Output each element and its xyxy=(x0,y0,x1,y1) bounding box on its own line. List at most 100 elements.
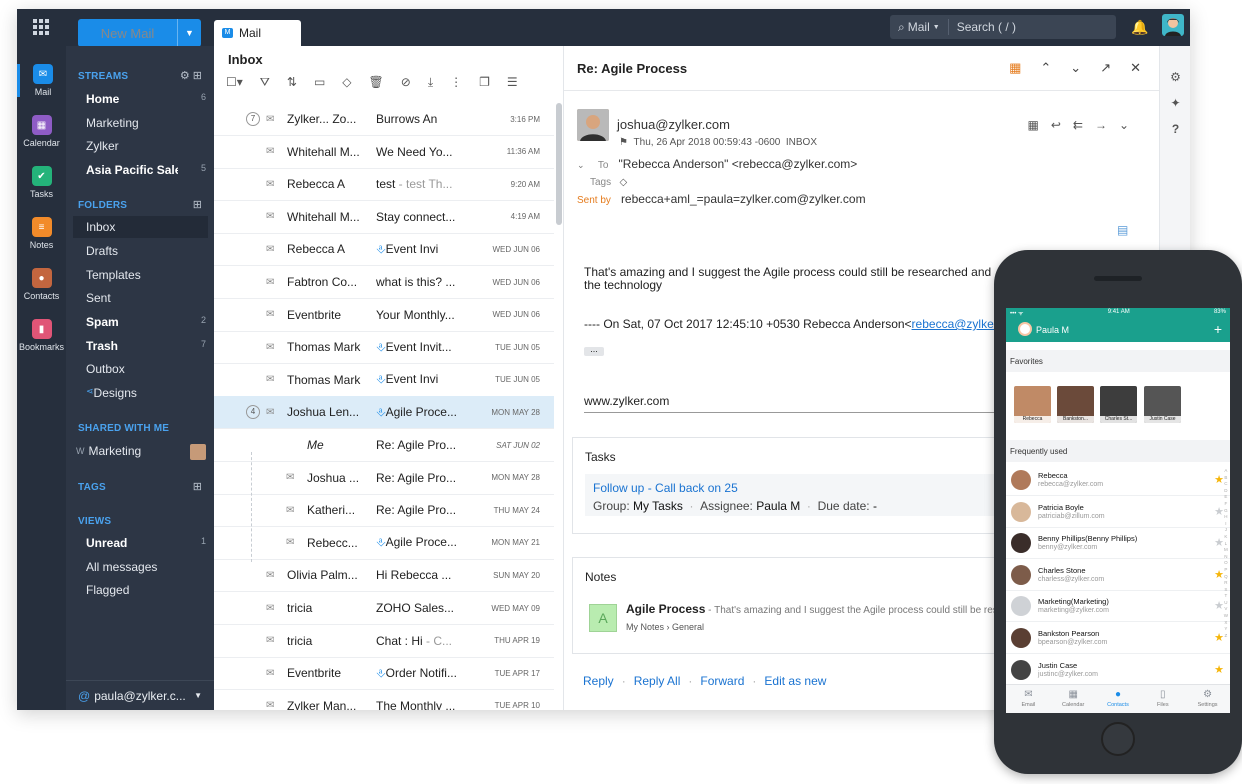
new-mail-button[interactable]: New Mail ▼ xyxy=(78,19,201,47)
reader-view-icon[interactable]: ▤ xyxy=(1117,223,1128,237)
mobile-tab-calendar[interactable]: ▦ Calendar xyxy=(1051,685,1096,713)
list-item[interactable]: Benny Phillips(Benny Phillips) benny@zylk… xyxy=(1006,527,1230,560)
avatar[interactable] xyxy=(1162,14,1184,36)
mobile-tab-files[interactable]: ▯ Files xyxy=(1140,685,1185,713)
chevron-down-icon[interactable]: ⌄ xyxy=(1119,118,1129,132)
more-icon[interactable]: ⋮ xyxy=(450,75,462,90)
shared-item-marketing[interactable]: W Marketing xyxy=(76,444,206,460)
delete-icon[interactable]: 🗑 xyxy=(369,75,384,90)
table-row[interactable]: ✉ tricia ZOHO Sales... WED MAY 09 xyxy=(214,592,554,625)
search-scope-select[interactable]: ⌕ Mail ▼ xyxy=(890,19,949,35)
search-input[interactable]: Search ( / ) xyxy=(949,20,1016,34)
menu-icon[interactable]: ☰ xyxy=(507,75,518,90)
stream-item-home[interactable]: Home 6 xyxy=(86,92,206,106)
filter-icon[interactable]: ⛛ xyxy=(260,75,270,90)
forward-link[interactable]: Forward xyxy=(700,674,744,688)
table-row[interactable]: ✉ Eventbrite Your Monthly... WED JUN 06 xyxy=(214,299,554,332)
table-row[interactable]: Me Re: Agile Pro... SAT JUN 02 xyxy=(214,429,554,462)
forward-icon[interactable]: → xyxy=(1095,118,1107,132)
rail-item-tasks[interactable]: ✔ Tasks xyxy=(17,166,66,199)
integration-icon[interactable]: ✦ xyxy=(1160,96,1190,110)
task-name[interactable]: Follow up - Call back on 25 xyxy=(593,481,738,495)
list-scrollbar[interactable] xyxy=(556,103,562,225)
star-icon[interactable]: ★ xyxy=(1214,536,1224,549)
tag-icon[interactable]: ◇ xyxy=(619,177,627,188)
quoted-email-link[interactable]: rebecca@zylker xyxy=(912,317,998,331)
folder-item-inbox[interactable]: Inbox xyxy=(73,216,208,238)
table-row[interactable]: ✉ Rebecca A ⎀Event Invi WED JUN 06 xyxy=(214,233,554,267)
table-row[interactable]: 7 ✉ Zylker... Zo... Burrows An 3:16 PM xyxy=(214,103,554,136)
table-row[interactable]: ✉ Fabtron Co... what is this? ... WED JUN 0… xyxy=(214,266,554,299)
bell-icon[interactable]: 🔔 xyxy=(1131,19,1148,36)
reply-all-link[interactable]: Reply All xyxy=(634,674,681,688)
table-row[interactable]: ✉ Rebecca A test - test Th... 9:20 AM xyxy=(214,168,554,202)
folder-item-spam[interactable]: Spam 2 xyxy=(86,315,206,329)
stream-settings-icon[interactable]: ⚙ ⊞ xyxy=(180,69,202,82)
table-row[interactable]: ✉ Thomas Mark ⎀Event Invit... TUE JUN 05 xyxy=(214,331,554,365)
list-item[interactable]: Patricia Boyle patriciab@zillum.com ★ xyxy=(1006,496,1230,528)
add-contact-icon[interactable]: + xyxy=(1214,321,1222,337)
favorite-contact[interactable]: Justin Case xyxy=(1144,386,1181,423)
star-icon[interactable]: ★ xyxy=(1214,599,1224,612)
table-row[interactable]: ✉ Katheri... Re: Agile Pro... THU MAY 24 xyxy=(214,494,554,528)
table-row[interactable]: 4 ✉ Joshua Len... ⎀Agile Proce... MON MAY 28 xyxy=(214,396,554,430)
table-row[interactable]: ✉ Olivia Palm... Hi Rebecca ... SUN MAY 20 xyxy=(214,559,554,593)
calendar-add-icon[interactable]: ▦ xyxy=(1027,118,1038,132)
folder-item-templates[interactable]: Templates xyxy=(86,268,206,282)
stream-item-marketing[interactable]: Marketing xyxy=(86,116,206,130)
table-row[interactable]: ✉ Eventbrite ⎀Order Notifi... TUE APR 17 xyxy=(214,657,554,691)
app-grid-icon[interactable] xyxy=(33,19,49,35)
select-all-checkbox[interactable]: ☐▾ xyxy=(226,75,243,90)
add-folder-icon[interactable]: ⊞ xyxy=(193,198,202,211)
archive-icon[interactable]: ⤓ xyxy=(428,75,433,90)
chevron-up-icon[interactable]: ⌃ xyxy=(1040,60,1051,76)
rail-item-mail[interactable]: ✉ Mail xyxy=(17,64,66,97)
folder-item-drafts[interactable]: Drafts xyxy=(86,244,206,258)
folder-item-trash[interactable]: Trash 7 xyxy=(86,339,206,353)
favorite-contact[interactable]: Rebecca xyxy=(1014,386,1051,423)
search-box[interactable]: ⌕ Mail ▼ Search ( / ) xyxy=(890,15,1116,39)
favorite-contact[interactable]: Bankston... xyxy=(1057,386,1094,423)
show-quoted-button[interactable]: ... xyxy=(584,345,604,356)
close-icon[interactable]: ✕ xyxy=(1130,60,1141,76)
chevron-down-icon[interactable]: ⌄ xyxy=(1070,60,1081,76)
table-row[interactable]: ✉ Thomas Mark ⎀Event Invi TUE JUN 05 xyxy=(214,364,554,397)
stream-item-zylker[interactable]: Zylker xyxy=(86,139,206,153)
expand-icon[interactable]: ⌄ xyxy=(577,160,585,170)
view-toggle-icon[interactable]: ❐ xyxy=(479,75,490,90)
list-item[interactable]: Rebecca rebecca@zylker.com ★ xyxy=(1006,464,1230,496)
table-row[interactable]: ✉ tricia Chat : Hi - C... THU APR 19 xyxy=(214,625,554,658)
rail-item-contacts[interactable]: ● Contacts xyxy=(17,268,66,301)
rail-item-notes[interactable]: ≡ Notes xyxy=(17,217,66,250)
flag-icon[interactable]: ⚑ xyxy=(619,137,628,148)
table-row[interactable]: ✉ Whitehall M... We Need Yo... 11:36 AM xyxy=(214,136,554,169)
sort-icon[interactable]: ⇅ xyxy=(287,75,297,90)
mobile-tab-contacts[interactable]: ● Contacts xyxy=(1096,685,1141,713)
alphabet-index[interactable]: ABCDEFGHIJKLMNOPQRSTUVWXYZ xyxy=(1224,468,1228,639)
sender-email[interactable]: joshua@zylker.com xyxy=(617,117,730,132)
star-icon[interactable]: ★ xyxy=(1214,505,1224,518)
stream-item-asia-pacific[interactable]: Asia Pacific Sales 5 xyxy=(86,163,206,177)
help-icon[interactable]: ? xyxy=(1160,122,1190,136)
folder-item-sent[interactable]: Sent xyxy=(86,291,206,305)
rail-item-bookmarks[interactable]: ▮ Bookmarks xyxy=(17,319,66,352)
mobile-tab-settings[interactable]: ⚙ Settings xyxy=(1185,685,1230,713)
folder-item-outbox[interactable]: Outbox xyxy=(86,362,206,376)
favorite-contact[interactable]: Charles St... xyxy=(1100,386,1137,423)
calendar-event-icon[interactable]: ▦ xyxy=(1009,60,1021,76)
reply-all-icon[interactable]: ⇇ xyxy=(1073,118,1083,132)
list-item[interactable]: Justin Case justinc@zylker.com ★ xyxy=(1006,654,1230,686)
star-icon[interactable]: ★ xyxy=(1214,663,1224,676)
home-button[interactable] xyxy=(1101,722,1135,756)
reply-link[interactable]: Reply xyxy=(583,674,614,688)
chevron-down-icon[interactable]: ▼ xyxy=(177,19,201,47)
star-icon[interactable]: ★ xyxy=(1214,473,1224,486)
list-item[interactable]: Marketing(Marketing) marketing@zylker.com… xyxy=(1006,590,1230,623)
reply-icon[interactable]: ↩ xyxy=(1051,118,1061,132)
table-row[interactable]: ✉ Zylker Man... The Monthly ... TUE APR 10 xyxy=(214,690,554,710)
account-switcher[interactable]: @ paula@zylker.c... ▼ xyxy=(66,680,214,710)
star-icon[interactable]: ★ xyxy=(1214,568,1224,581)
view-item-unread[interactable]: Unread 1 xyxy=(86,536,206,550)
popout-icon[interactable]: ↗ xyxy=(1100,60,1111,76)
tab-mail[interactable]: M Mail xyxy=(214,20,301,46)
